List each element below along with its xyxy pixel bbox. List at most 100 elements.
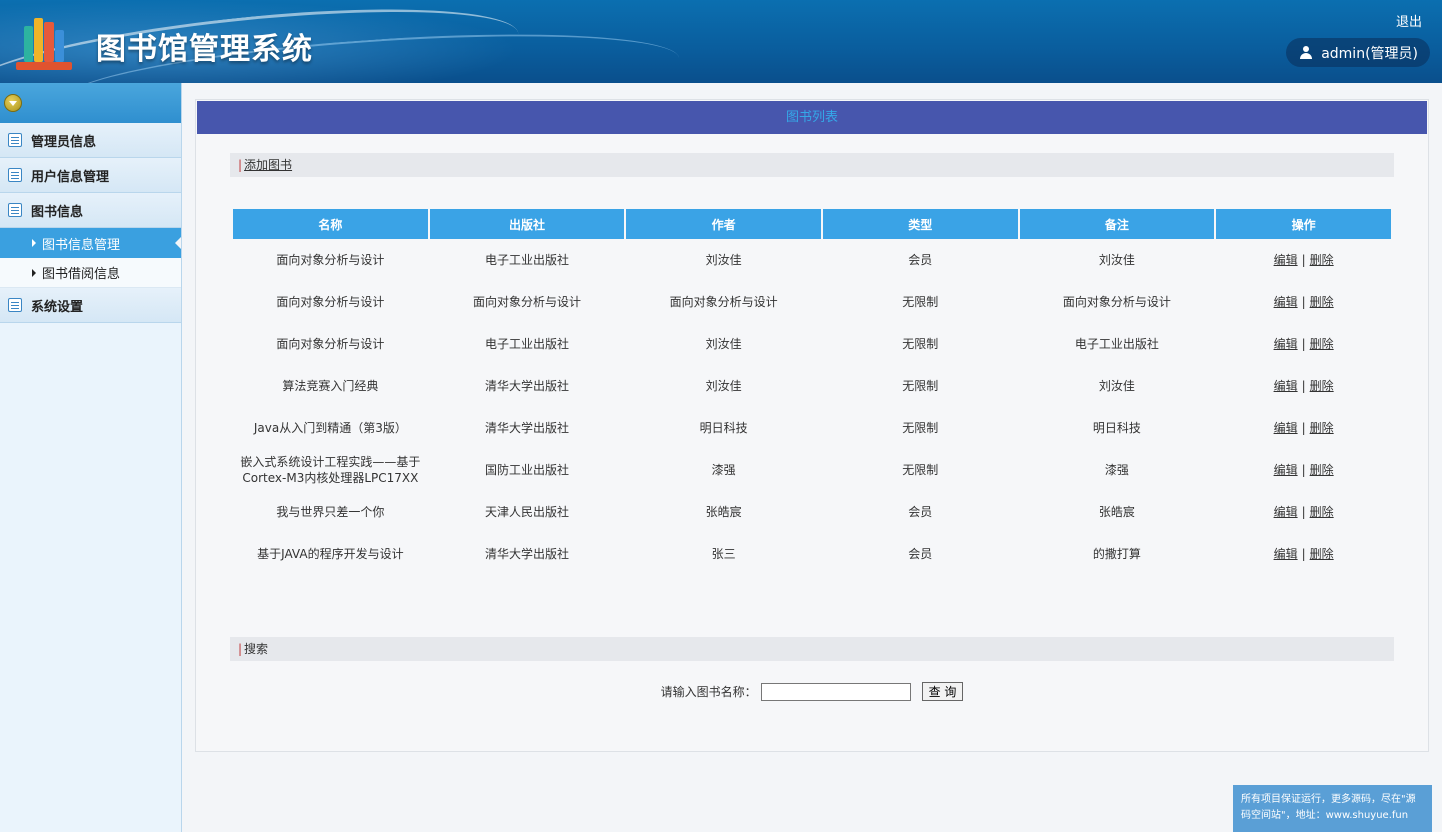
sidebar-subitem-label: 图书借阅信息 <box>42 267 121 282</box>
action-separator: | <box>1301 547 1306 561</box>
caret-right-icon <box>32 239 36 247</box>
cell-name: 算法竞赛入门经典 <box>282 379 379 393</box>
list-icon <box>8 133 22 147</box>
cell-author: 刘汝佳 <box>705 337 742 351</box>
sidebar-top <box>0 83 181 123</box>
cell-remark: 的撒打算 <box>1092 547 1141 561</box>
app-header: 图书馆管理系统 退出 admin(管理员) <box>0 0 1442 83</box>
sidebar-item-admin-info[interactable]: 管理员信息 <box>0 123 181 158</box>
table-row: 面向对象分析与设计 电子工业出版社 刘汝佳 无限制 电子工业出版社 编辑 | 删除 <box>233 323 1391 365</box>
cell-author: 刘汝佳 <box>705 253 742 267</box>
cell-name: 面向对象分析与设计 <box>276 253 385 267</box>
search-button[interactable]: 查 询 <box>921 682 964 701</box>
cell-name: 嵌入式系统设计工程实践——基于Cortex-M3内核处理器LPC17XX <box>240 455 421 485</box>
cell-type: 无限制 <box>902 295 939 309</box>
cell-type: 无限制 <box>902 421 939 435</box>
cell-actions: 编辑 | 删除 <box>1216 239 1391 281</box>
cell-publisher: 天津人民出版社 <box>485 505 570 519</box>
cell-name: 我与世界只差一个你 <box>276 505 385 519</box>
cell-actions: 编辑 | 删除 <box>1216 449 1391 491</box>
cell-actions: 编辑 | 删除 <box>1216 365 1391 407</box>
cell-remark: 刘汝佳 <box>1098 379 1135 393</box>
section-marker: | <box>238 158 243 172</box>
cell-remark: 刘汝佳 <box>1098 253 1135 267</box>
delete-link[interactable]: 删除 <box>1310 505 1334 519</box>
book-table: 名称 出版社 作者 类型 备注 操作 面向对象分析与设计 电子工业出版社 刘汝佳 会员… <box>231 209 1393 575</box>
cell-name: Java从入门到精通（第3版） <box>253 421 407 435</box>
table-row: 算法竞赛入门经典 清华大学出版社 刘汝佳 无限制 刘汝佳 编辑 | 删除 <box>233 365 1391 407</box>
sidebar-item-user-management[interactable]: 用户信息管理 <box>0 158 181 193</box>
cell-author: 张皓宸 <box>705 505 742 519</box>
cell-publisher: 清华大学出版社 <box>485 547 570 561</box>
column-header: 名称 <box>233 209 428 239</box>
sidebar-subitem-book-management[interactable]: 图书信息管理 <box>0 228 181 258</box>
books-logo-icon <box>16 14 74 70</box>
delete-link[interactable]: 删除 <box>1310 463 1334 477</box>
user-label: admin(管理员) <box>1321 45 1418 62</box>
column-header: 出版社 <box>429 209 625 239</box>
action-separator: | <box>1301 295 1306 309</box>
section-marker: | <box>238 642 243 656</box>
add-book-link[interactable]: 添加图书 <box>244 158 292 172</box>
edit-link[interactable]: 编辑 <box>1274 295 1298 309</box>
edit-link[interactable]: 编辑 <box>1274 463 1298 477</box>
cell-actions: 编辑 | 删除 <box>1216 323 1391 365</box>
column-header: 作者 <box>626 209 821 239</box>
delete-link[interactable]: 删除 <box>1310 421 1334 435</box>
cell-name: 基于JAVA的程序开发与设计 <box>257 547 404 561</box>
cell-type: 无限制 <box>902 379 939 393</box>
column-header: 备注 <box>1019 209 1215 239</box>
edit-link[interactable]: 编辑 <box>1274 421 1298 435</box>
cell-publisher: 国防工业出版社 <box>485 463 570 477</box>
caret-right-icon <box>32 268 36 277</box>
sidebar-item-label: 系统设置 <box>31 299 84 315</box>
book-name-search-input[interactable] <box>760 682 911 701</box>
search-row: 请输入图书名称： 查 询 <box>196 682 1428 701</box>
search-label: 请输入图书名称： <box>660 685 757 699</box>
cell-author: 漆强 <box>711 463 736 477</box>
edit-link[interactable]: 编辑 <box>1274 253 1298 267</box>
sidebar-item-system-settings[interactable]: 系统设置 <box>0 288 181 323</box>
cell-author: 面向对象分析与设计 <box>669 295 778 309</box>
sidebar-item-label: 管理员信息 <box>31 134 97 150</box>
sidebar-subitem-label: 图书信息管理 <box>42 237 121 253</box>
cell-remark: 明日科技 <box>1092 421 1141 435</box>
delete-link[interactable]: 删除 <box>1310 379 1334 393</box>
collapse-toggle-icon[interactable] <box>4 94 22 112</box>
table-row: 嵌入式系统设计工程实践——基于Cortex-M3内核处理器LPC17XX 国防工业… <box>233 449 1391 491</box>
user-badge[interactable]: admin(管理员) <box>1286 38 1430 67</box>
delete-link[interactable]: 删除 <box>1310 337 1334 351</box>
sidebar-subitem-borrow-info[interactable]: 图书借阅信息 <box>0 258 181 288</box>
cell-type: 会员 <box>908 253 933 267</box>
cell-publisher: 电子工业出版社 <box>485 253 570 267</box>
action-separator: | <box>1301 505 1306 519</box>
action-separator: | <box>1301 379 1306 393</box>
table-row: 我与世界只差一个你 天津人民出版社 张皓宸 会员 张皓宸 编辑 | 删除 <box>233 491 1391 533</box>
edit-link[interactable]: 编辑 <box>1274 547 1298 561</box>
cell-type: 会员 <box>908 547 933 561</box>
logout-link[interactable]: 退出 <box>1396 11 1422 30</box>
add-book-bar: | 添加图书 <box>230 153 1394 177</box>
delete-link[interactable]: 删除 <box>1310 295 1334 309</box>
sidebar-item-book-info[interactable]: 图书信息 <box>0 193 181 228</box>
edit-link[interactable]: 编辑 <box>1274 379 1298 393</box>
cell-type: 无限制 <box>902 337 939 351</box>
cell-remark: 电子工业出版社 <box>1074 337 1159 351</box>
list-icon <box>8 168 22 182</box>
user-icon <box>1300 46 1313 59</box>
search-bar: | 搜索 <box>230 637 1394 661</box>
cell-actions: 编辑 | 删除 <box>1216 281 1391 323</box>
delete-link[interactable]: 删除 <box>1310 547 1334 561</box>
sidebar: 管理员信息 用户信息管理 图书信息 图书信息管理 图书借阅信息 系统设置 <box>0 83 182 832</box>
cell-publisher: 清华大学出版社 <box>485 379 570 393</box>
delete-link[interactable]: 删除 <box>1310 253 1334 267</box>
edit-link[interactable]: 编辑 <box>1274 337 1298 351</box>
action-separator: | <box>1301 253 1306 267</box>
cell-actions: 编辑 | 删除 <box>1216 491 1391 533</box>
edit-link[interactable]: 编辑 <box>1274 505 1298 519</box>
cell-name: 面向对象分析与设计 <box>276 295 385 309</box>
cell-remark: 面向对象分析与设计 <box>1062 295 1171 309</box>
list-icon <box>8 298 22 312</box>
cell-publisher: 电子工业出版社 <box>485 337 570 351</box>
cell-type: 会员 <box>908 505 933 519</box>
